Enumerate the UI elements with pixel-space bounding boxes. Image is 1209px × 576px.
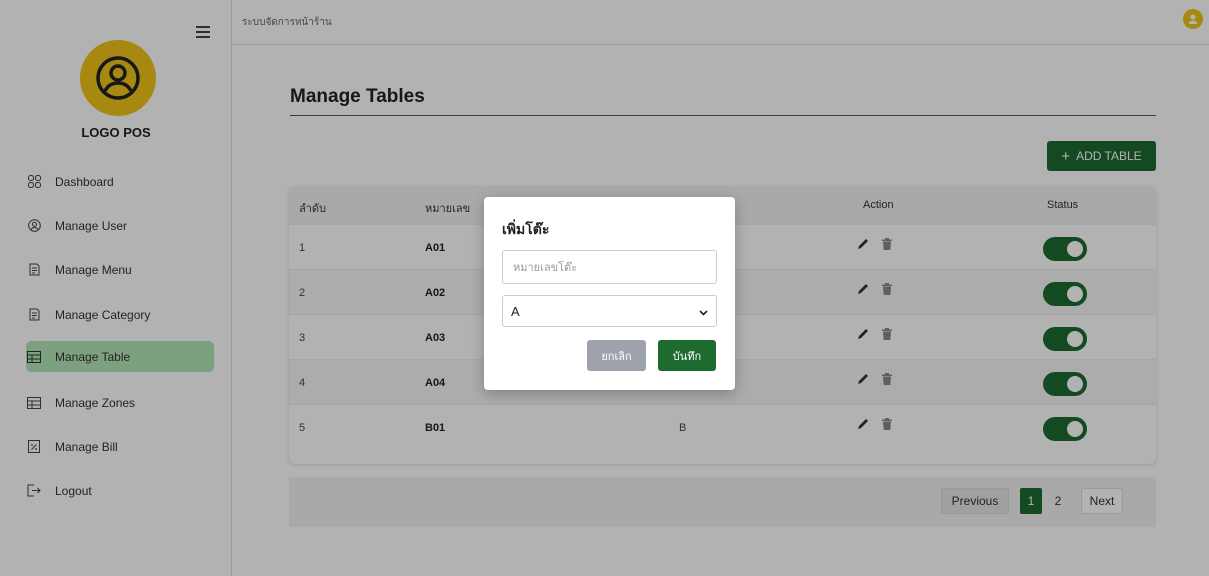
chevron-down-icon: [699, 304, 708, 319]
zone-select-value: A: [511, 303, 520, 319]
table-number-input[interactable]: [502, 250, 717, 284]
cancel-button[interactable]: ยกเลิก: [587, 340, 646, 371]
modal-title: เพิ่มโต๊ะ: [502, 221, 550, 237]
save-button[interactable]: บันทึก: [658, 340, 716, 371]
zone-select[interactable]: A: [502, 295, 717, 327]
add-table-modal: เพิ่มโต๊ะ A ยกเลิก บันทึก: [484, 197, 735, 390]
